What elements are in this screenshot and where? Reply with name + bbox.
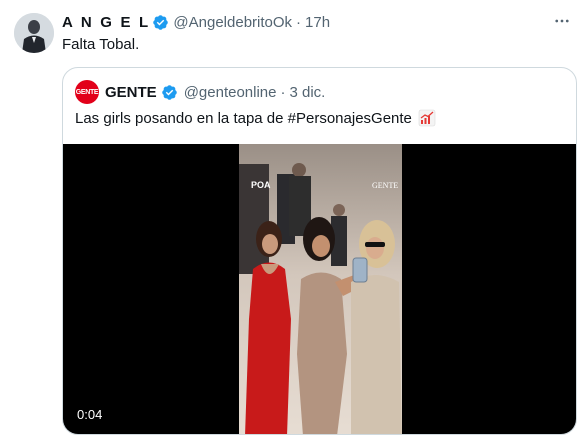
quoted-avatar[interactable]: GENTE — [75, 80, 99, 104]
separator-dot: · — [296, 13, 302, 31]
quoted-tweet-header: GENTE GENTE @genteonline · 3 dic. — [75, 80, 325, 104]
quoted-tweet[interactable]: GENTE GENTE @genteonline · 3 dic. Las gi… — [62, 67, 577, 435]
video-watermark-right: GENTE — [372, 181, 398, 190]
tweet-header: A N G E L @AngeldebritoOk · 17h — [62, 12, 330, 32]
video-duration: 0:04 — [77, 407, 103, 422]
quoted-author-handle[interactable]: @genteonline — [184, 84, 277, 101]
chart-increasing-emoji — [418, 109, 436, 127]
author-handle[interactable]: @AngeldebritoOk — [173, 14, 292, 31]
quoted-tweet-time[interactable]: 3 dic. — [290, 84, 326, 101]
separator-dot: · — [280, 83, 286, 101]
video-watermark-left: POA — [251, 180, 271, 190]
verified-icon — [161, 84, 178, 101]
tweet[interactable]: A N G E L @AngeldebritoOk · 17h Falta To… — [0, 0, 585, 444]
verified-icon — [152, 14, 169, 31]
tweet-text: Falta Tobal. — [62, 36, 140, 53]
video-player[interactable]: POA GENTE 0:04 — [63, 144, 576, 434]
quoted-author-name[interactable]: GENTE — [105, 84, 157, 101]
quoted-tweet-text: Las girls posando en la tapa de #Persona… — [75, 109, 412, 127]
video-thumbnail: POA GENTE — [239, 144, 402, 434]
quoted-tweet-text-row: Las girls posando en la tapa de #Persona… — [75, 109, 436, 127]
avatar[interactable] — [14, 13, 54, 53]
more-horizontal-icon[interactable] — [551, 10, 573, 32]
tweet-time[interactable]: 17h — [305, 14, 330, 31]
quoted-avatar-logo: GENTE — [75, 88, 99, 96]
author-name[interactable]: A N G E L — [62, 14, 150, 31]
